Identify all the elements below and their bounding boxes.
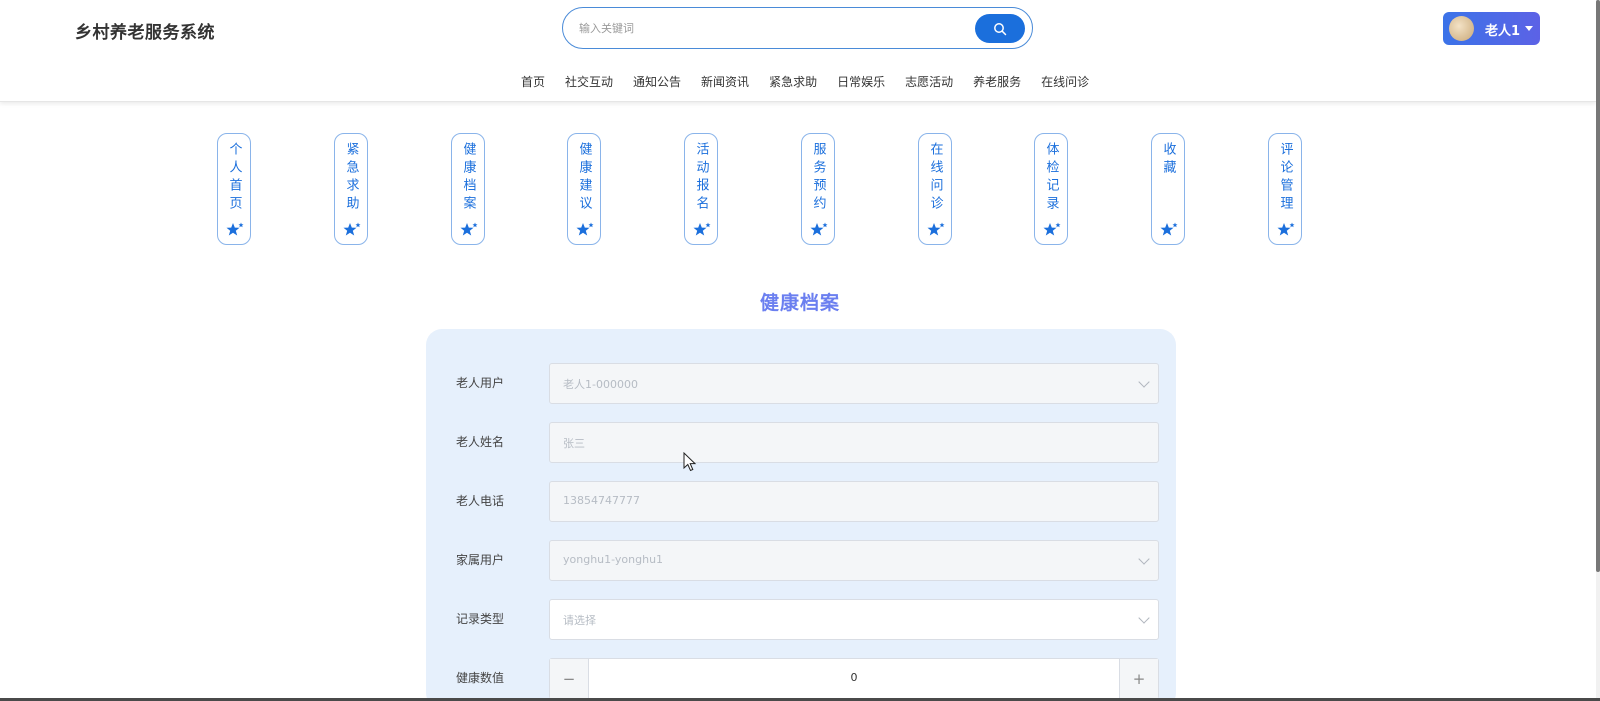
nav-item-news[interactable]: 新闻资讯 [691,73,759,90]
form-row-family-user: 家属用户 yonghu1-yonghu1 [426,540,1176,582]
health-value-label: 健康数值 [456,671,505,685]
family-user-label: 家属用户 [456,553,505,567]
caret-down-icon [1525,26,1533,31]
star-icon [810,222,828,236]
nav-item-volunteer[interactable]: 志愿活动 [895,73,963,90]
page-title: 健康档案 [759,292,840,314]
search-button[interactable] [975,14,1025,43]
star-icon [1160,222,1178,236]
tab-online-consult[interactable]: 在线问诊 [918,133,952,245]
family-user-select[interactable]: yonghu1-yonghu1 [549,540,1159,581]
tab-label: 个人首页 [226,142,242,214]
scrollbar-thumb[interactable] [1596,0,1600,572]
elder-name-label: 老人姓名 [456,435,505,449]
tab-label: 活动报名 [693,142,709,214]
tab-label: 在线问诊 [927,142,943,214]
star-icon [1043,222,1061,236]
health-value-input[interactable]: 0 [589,671,1119,684]
tab-personal-home[interactable]: 个人首页 [217,133,251,245]
form-row-elder-name: 老人姓名 张三 [426,422,1176,464]
star-icon [1277,222,1295,236]
health-value-stepper[interactable]: − 0 + [549,658,1159,699]
form-row-elder-phone: 老人电话 13854747777 [426,481,1176,523]
nav-item-home[interactable]: 首页 [511,73,555,90]
decrement-button[interactable]: − [550,659,589,698]
search-icon [994,22,1007,35]
form-row-elder-user: 老人用户 老人1-000000 [426,363,1176,405]
health-record-form: 老人用户 老人1-000000 老人姓名 张三 老人电话 13854747777… [426,329,1176,701]
form-row-record-type: 记录类型 请选择 [426,599,1176,641]
tab-label: 评论管理 [1277,142,1293,214]
top-header: 乡村养老服务系统 老人1 首页 社交互动 通知公告 新闻资讯 紧急求助 日常娱乐… [0,0,1596,102]
tab-favorites[interactable]: 收藏 [1151,133,1185,245]
record-type-select[interactable]: 请选择 [549,599,1159,640]
tab-comment-management[interactable]: 评论管理 [1268,133,1302,245]
elder-phone-value: 13854747777 [563,494,640,507]
nav-item-emergency[interactable]: 紧急求助 [759,73,827,90]
tab-emergency[interactable]: 紧急求助 [334,133,368,245]
search-bar [562,7,1033,49]
elder-name-field[interactable]: 张三 [549,422,1159,463]
tab-health-advice[interactable]: 健康建议 [567,133,601,245]
center-tabs: 个人首页 紧急求助 健康档案 健康建议 活动报名 服务预约 在线问诊 体检记录 … [0,133,1596,245]
chevron-down-icon [1138,612,1150,624]
elder-user-value: 老人1-000000 [563,378,638,391]
chevron-down-icon [1138,553,1150,565]
tab-label: 收藏 [1160,142,1176,178]
family-user-value: yonghu1-yonghu1 [563,553,664,566]
elder-phone-label: 老人电话 [456,494,505,508]
user-name: 老人1 [1485,24,1521,39]
tab-service-booking[interactable]: 服务预约 [801,133,835,245]
star-icon [927,222,945,236]
elder-phone-field[interactable]: 13854747777 [549,481,1159,522]
user-menu-button[interactable]: 老人1 [1443,12,1540,45]
tab-label: 服务预约 [810,142,826,214]
increment-button[interactable]: + [1119,659,1158,698]
nav-item-elder-service[interactable]: 养老服务 [963,73,1031,90]
star-icon [343,222,361,236]
tab-label: 体检记录 [1043,142,1059,214]
star-icon [693,222,711,236]
site-brand[interactable]: 乡村养老服务系统 [75,18,215,43]
tab-checkup-record[interactable]: 体检记录 [1034,133,1068,245]
tab-activity-signup[interactable]: 活动报名 [684,133,718,245]
record-type-placeholder: 请选择 [563,614,596,627]
nav-item-social[interactable]: 社交互动 [555,73,623,90]
tab-label: 紧急求助 [343,142,359,214]
mouse-cursor-icon [683,452,697,472]
record-type-label: 记录类型 [456,612,505,626]
nav-item-entertainment[interactable]: 日常娱乐 [827,73,895,90]
chevron-down-icon [1138,376,1150,388]
form-row-health-value: 健康数值 − 0 + [426,658,1176,700]
star-icon [576,222,594,236]
tab-label: 健康档案 [460,142,476,214]
elder-name-value: 张三 [563,437,585,450]
search-input[interactable] [579,18,959,38]
nav-item-notice[interactable]: 通知公告 [623,73,691,90]
elder-user-select[interactable]: 老人1-000000 [549,363,1159,404]
star-icon [460,222,478,236]
tab-health-record[interactable]: 健康档案 [451,133,485,245]
tab-label: 健康建议 [576,142,592,214]
star-icon [226,222,244,236]
elder-user-label: 老人用户 [456,376,505,390]
avatar [1449,16,1474,41]
nav-item-consult[interactable]: 在线问诊 [1031,73,1099,90]
main-nav: 首页 社交互动 通知公告 新闻资讯 紧急求助 日常娱乐 志愿活动 养老服务 在线… [511,73,1099,90]
